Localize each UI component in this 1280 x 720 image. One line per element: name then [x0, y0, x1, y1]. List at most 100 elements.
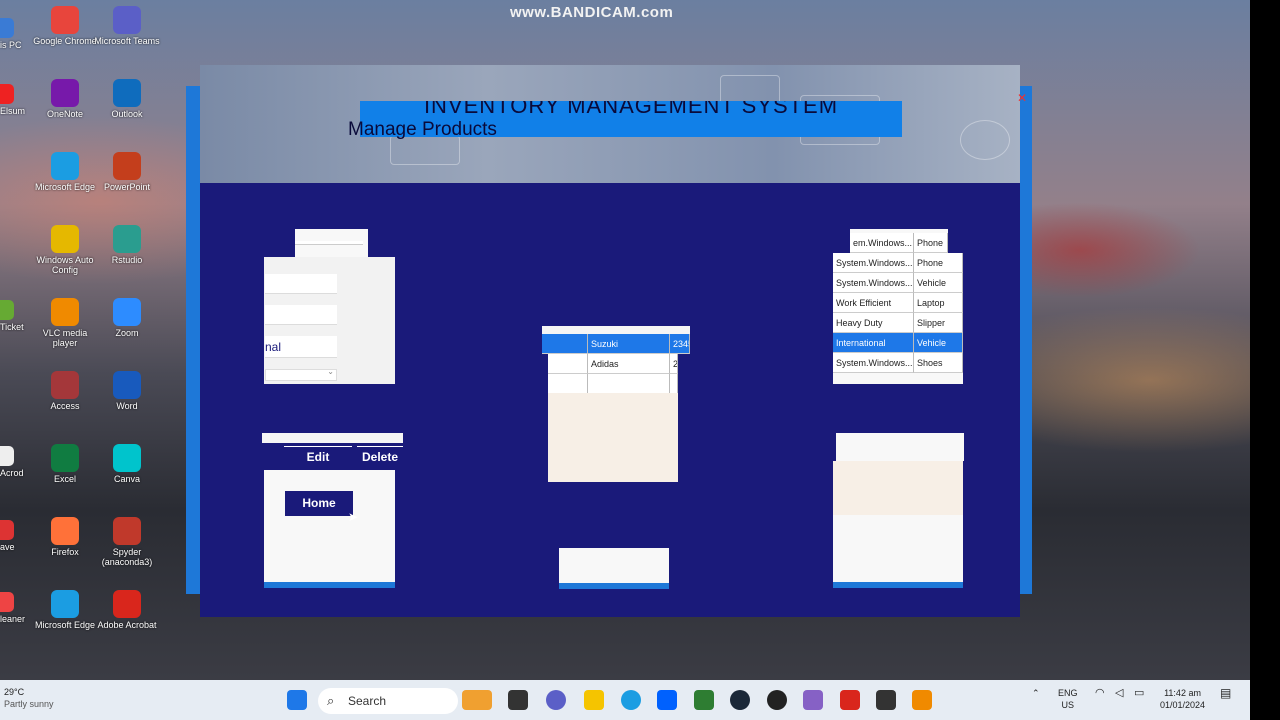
- canva-icon: [113, 444, 141, 472]
- product-name-field[interactable]: [265, 305, 337, 325]
- lower-left-panel: Home: [264, 470, 395, 582]
- product-type-field[interactable]: nal: [265, 336, 337, 358]
- cut-icon-cleaner[interactable]: leaner: [0, 592, 28, 624]
- battery-icon[interactable]: ▭: [1134, 687, 1144, 699]
- desktop-shortcut-label: Adobe Acrobat: [97, 620, 157, 630]
- wifi-icon[interactable]: ◠: [1095, 687, 1105, 699]
- cut-icon-ticket[interactable]: Ticket: [0, 300, 28, 332]
- description-cell[interactable]: System.Windows...: [833, 253, 914, 273]
- desktop-shortcut[interactable]: Rstudio: [92, 221, 162, 291]
- description-cell[interactable]: Heavy Duty: [833, 313, 914, 333]
- visual-studio-icon[interactable]: [803, 690, 823, 710]
- desktop-shortcut[interactable]: Microsoft Teams: [92, 2, 162, 72]
- desktop-shortcut[interactable]: Google Chrome: [30, 2, 100, 72]
- quantity-cell[interactable]: 2345: [670, 334, 690, 354]
- desktop-shortcut[interactable]: Microsoft Edge: [30, 586, 100, 656]
- cut-icon-ave[interactable]: ave: [0, 520, 28, 552]
- taskbar-search[interactable]: ⌕ Search: [318, 688, 458, 714]
- home-button[interactable]: Home: [285, 491, 353, 516]
- bandicam-icon[interactable]: [912, 690, 932, 710]
- category-cell[interactable]: Laptop: [914, 293, 963, 313]
- dropbox-icon[interactable]: [657, 690, 677, 710]
- desktop-shortcut-label: Rstudio: [111, 255, 143, 265]
- tray-chevron-icon[interactable]: ⌃: [1032, 687, 1040, 699]
- mouse-cursor-icon: ➤: [348, 510, 359, 524]
- outlook-icon: [113, 79, 141, 107]
- cut-icon-this-pc[interactable]: is PC: [0, 18, 28, 50]
- media-player-icon[interactable]: [767, 690, 787, 710]
- edge-icon[interactable]: [621, 690, 641, 710]
- acrobat-icon[interactable]: [840, 690, 860, 710]
- app-title: INVENTORY MANAGEMENT SYSTEM: [423, 101, 839, 118]
- app-icon[interactable]: [694, 690, 714, 710]
- button-strip: [262, 433, 403, 443]
- product-name-cell[interactable]: Adidas: [588, 354, 670, 374]
- delete-button[interactable]: Delete: [357, 446, 403, 468]
- right-lower-body: [833, 515, 963, 582]
- cut-icon-acrod[interactable]: Acrod: [0, 446, 28, 478]
- desktop-shortcut[interactable]: Word: [92, 367, 162, 437]
- windows-start-icon[interactable]: [287, 690, 307, 710]
- close-icon[interactable]: ✕: [1017, 91, 1027, 105]
- quantity-cell[interactable]: 2: [670, 354, 678, 374]
- desktop-shortcut-label: Spyder (anaconda3): [101, 547, 153, 567]
- teams-icon: [113, 6, 141, 34]
- category-cell[interactable]: Slipper: [914, 313, 963, 333]
- desktop-shortcut[interactable]: VLC media player: [30, 294, 100, 364]
- clock[interactable]: 11:42 am 01/01/2024: [1160, 687, 1205, 711]
- category-dropdown[interactable]: ⌄: [265, 367, 337, 381]
- description-cell[interactable]: International: [833, 333, 914, 353]
- steam-icon[interactable]: [730, 690, 750, 710]
- desktop-shortcut-label: VLC media player: [42, 328, 88, 348]
- center-lower-box: [559, 548, 669, 583]
- description-cell[interactable]: Work Efficient: [833, 293, 914, 313]
- volume-icon[interactable]: ◁: [1115, 687, 1123, 699]
- center-underline: [559, 583, 669, 589]
- label-line: [295, 241, 363, 245]
- desktop-shortcut[interactable]: Access: [30, 367, 100, 437]
- cut-icon-elsum[interactable]: Elsum: [0, 84, 28, 116]
- file-explorer-icon[interactable]: [584, 690, 604, 710]
- black-border: [1250, 0, 1280, 720]
- edge-icon: [51, 152, 79, 180]
- weather-widget[interactable]: 29°C Partly sunny: [4, 686, 54, 710]
- product-id-field[interactable]: [265, 274, 337, 294]
- edit-button[interactable]: Edit: [284, 446, 352, 468]
- language-indicator[interactable]: ENG US: [1058, 687, 1078, 711]
- row-header-cell[interactable]: [542, 334, 588, 354]
- desktop-shortcut[interactable]: Adobe Acrobat: [92, 586, 162, 656]
- category-cell[interactable]: Shoes: [914, 353, 963, 373]
- category-cell[interactable]: Phone: [914, 233, 948, 253]
- category-cell[interactable]: Phone: [914, 253, 963, 273]
- description-cell[interactable]: System.Windows...: [833, 353, 914, 373]
- desktop-shortcut[interactable]: Outlook: [92, 75, 162, 145]
- app-icon[interactable]: [876, 690, 896, 710]
- desktop-shortcut-label: Windows Auto Config: [36, 255, 94, 275]
- desktop-shortcut[interactable]: Excel: [30, 440, 100, 510]
- description-cell[interactable]: em.Windows...: [850, 233, 914, 253]
- right-lower-header: [836, 433, 964, 461]
- desktop-shortcut[interactable]: Spyder (anaconda3): [92, 513, 162, 583]
- desktop-shortcut-label: Excel: [53, 474, 76, 484]
- desktop-shortcut[interactable]: Firefox: [30, 513, 100, 583]
- desktop-shortcut-label: PowerPoint: [103, 182, 151, 192]
- desktop-shortcut[interactable]: OneNote: [30, 75, 100, 145]
- description-cell[interactable]: System.Windows...: [833, 273, 914, 293]
- notification-icon[interactable]: ▤: [1220, 687, 1231, 699]
- task-view-icon[interactable]: [508, 690, 528, 710]
- category-cell[interactable]: Vehicle: [914, 333, 963, 353]
- product-name-cell[interactable]: Suzuki: [588, 334, 670, 354]
- desktop-shortcut[interactable]: Canva: [92, 440, 162, 510]
- category-cell[interactable]: Vehicle: [914, 273, 963, 293]
- desktop-shortcut[interactable]: PowerPoint: [92, 148, 162, 218]
- row-header-cell[interactable]: [548, 354, 588, 374]
- desktop-shortcut[interactable]: Zoom: [92, 294, 162, 364]
- widget-icon[interactable]: [462, 690, 492, 710]
- chat-icon[interactable]: [546, 690, 566, 710]
- desktop-shortcut-label: Firefox: [51, 547, 79, 557]
- taskbar: 29°C Partly sunny ⌕ Search ⌃ ENG US ◠ ◁ ▭…: [0, 680, 1250, 720]
- weather-temp: 29°C: [4, 687, 25, 697]
- desktop-shortcut[interactable]: Windows Auto Config: [30, 221, 100, 291]
- pie-decoration: [960, 120, 1010, 160]
- desktop-shortcut[interactable]: Microsoft Edge: [30, 148, 100, 218]
